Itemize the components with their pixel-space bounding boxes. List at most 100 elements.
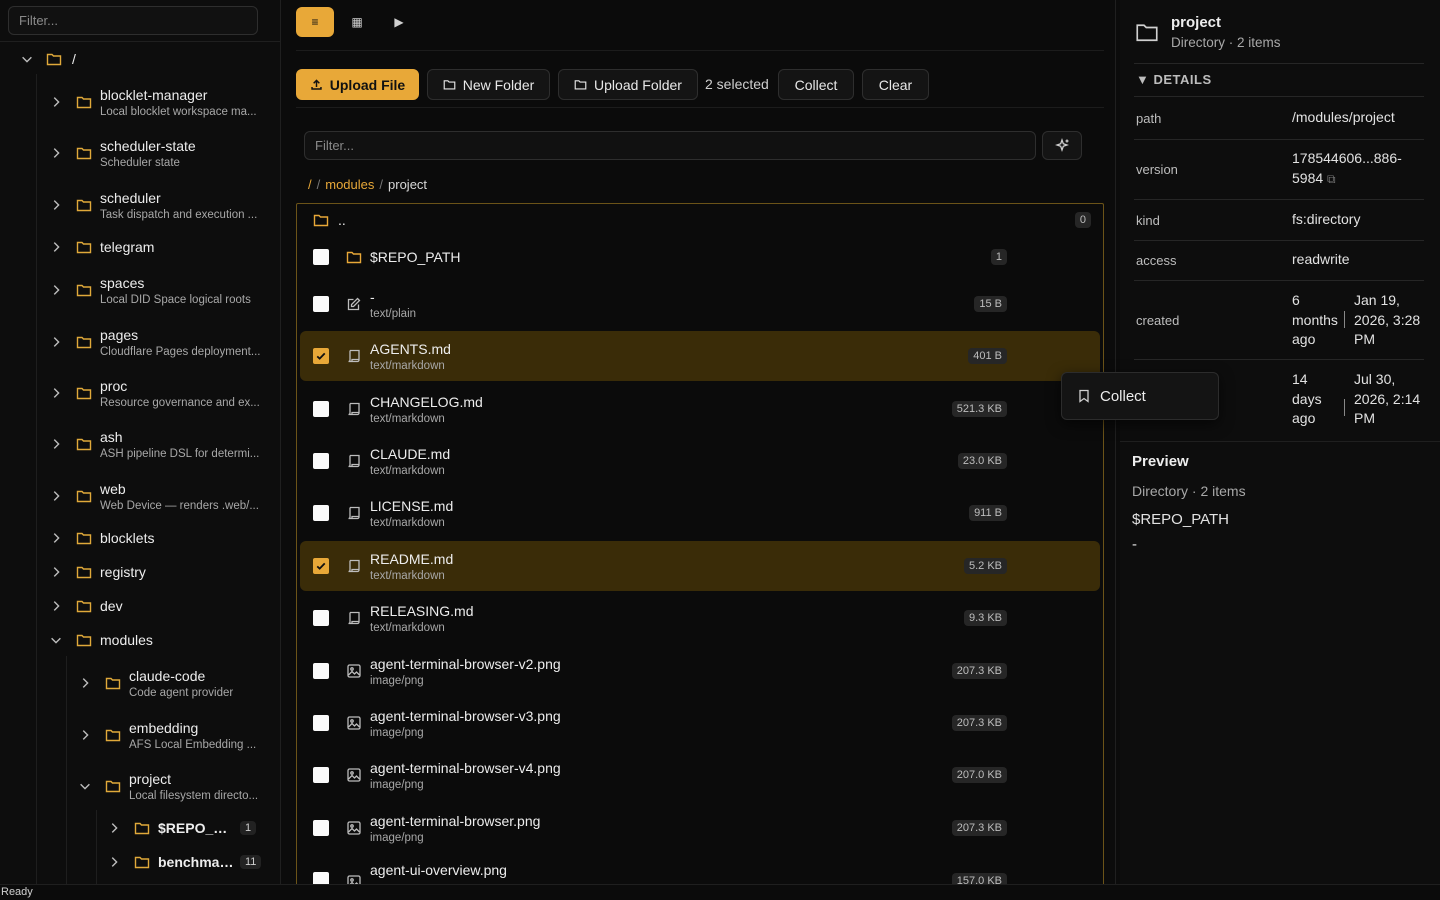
chevron-right-icon[interactable]: [49, 565, 63, 579]
row-checkbox[interactable]: [313, 715, 329, 731]
file-size-badge: 157.0 KB: [951, 873, 1007, 884]
file-row[interactable]: CLAUDE.md text/markdown 23.0 KB: [300, 436, 1100, 486]
chevron-down-icon[interactable]: [78, 779, 92, 793]
file-row[interactable]: agent-ui-overview.png 157.0 KB: [300, 855, 1100, 884]
new-folder-button[interactable]: New Folder: [427, 69, 550, 100]
row-checkbox[interactable]: [313, 872, 329, 884]
sidebar-item-scheduler-state[interactable]: scheduler-state Scheduler state: [0, 133, 280, 173]
row-checkbox[interactable]: [313, 767, 329, 783]
file-row[interactable]: - text/plain 15 B: [300, 279, 1100, 329]
sidebar-item-ash[interactable]: ash ASH pipeline DSL for determi...: [0, 424, 280, 464]
sidebar-item-spaces[interactable]: spaces Local DID Space logical roots: [0, 270, 280, 310]
sidebar-item-pages[interactable]: pages Cloudflare Pages deployment...: [0, 322, 280, 362]
sidebar-item-registry[interactable]: registry: [0, 563, 280, 581]
sidebar-item-scheduler[interactable]: scheduler Task dispatch and execution ...: [0, 185, 280, 225]
file-row[interactable]: agent-terminal-browser-v3.png image/png 2…: [300, 698, 1100, 748]
slideshow-button[interactable]: ▶: [380, 7, 418, 37]
detail-key: version: [1136, 162, 1178, 177]
file-row[interactable]: AGENTS.md text/markdown 401 B: [300, 331, 1100, 381]
sidebar-item-repo-path[interactable]: $REPO_PA... 1: [0, 819, 280, 837]
chevron-right-icon[interactable]: [78, 728, 92, 742]
file-row[interactable]: LICENSE.md text/markdown 911 B: [300, 488, 1100, 538]
row-checkbox[interactable]: [313, 610, 329, 626]
preview-item[interactable]: -: [1132, 536, 1137, 553]
sidebar-item-embedding[interactable]: embedding AFS Local Embedding ...: [0, 715, 280, 755]
bookmark-icon: [1079, 389, 1089, 403]
chevron-right-icon[interactable]: [49, 283, 63, 297]
chevron-right-icon[interactable]: [49, 335, 63, 349]
file-row[interactable]: $REPO_PATH 1: [300, 232, 1100, 282]
clear-button[interactable]: Clear: [862, 69, 929, 100]
breadcrumb-modules[interactable]: modules: [325, 177, 374, 192]
chevron-down-icon[interactable]: [49, 633, 63, 647]
row-checkbox[interactable]: [313, 296, 329, 312]
upload-folder-label: Upload Folder: [594, 76, 682, 93]
sidebar-item-dev[interactable]: dev: [0, 597, 280, 615]
chevron-down-icon[interactable]: [20, 52, 34, 66]
grid-view-button[interactable]: ▦: [338, 7, 376, 37]
file-row[interactable]: agent-terminal-browser-v2.png image/png 2…: [300, 646, 1100, 696]
sidebar-item-label: dev: [100, 598, 123, 614]
file-size-badge: 9.3 KB: [963, 610, 1007, 626]
sidebar-item-proc[interactable]: proc Resource governance and ex...: [0, 373, 280, 413]
chevron-right-icon[interactable]: [107, 855, 121, 869]
folder-icon: [76, 564, 92, 580]
copy-icon[interactable]: ⧉: [1327, 172, 1336, 186]
chevron-right-icon[interactable]: [49, 95, 63, 109]
chevron-right-icon[interactable]: [49, 437, 63, 451]
details-section-toggle[interactable]: ▼ DETAILS: [1136, 72, 1212, 87]
sidebar-item-label: registry: [100, 564, 146, 580]
file-row[interactable]: RELEASING.md text/markdown 9.3 KB: [300, 593, 1100, 643]
chevron-right-icon[interactable]: [107, 821, 121, 835]
chevron-right-icon[interactable]: [78, 676, 92, 690]
chevron-right-icon[interactable]: [49, 198, 63, 212]
ai-search-button[interactable]: [1042, 131, 1082, 160]
row-checkbox[interactable]: [313, 249, 329, 265]
sidebar-item-benchmarks[interactable]: benchmar... 11: [0, 853, 280, 871]
sidebar-item-telegram[interactable]: telegram: [0, 238, 280, 256]
row-checkbox[interactable]: [313, 348, 329, 364]
sidebar-item-claude-code[interactable]: claude-code Code agent provider: [0, 663, 280, 703]
sidebar-item-blocklet-manager[interactable]: blocklet-manager Local blocklet workspace…: [0, 82, 280, 122]
image-icon: [346, 820, 362, 836]
sidebar-item-label: pages: [100, 326, 139, 343]
sidebar-item-web[interactable]: web Web Device — renders .web/...: [0, 476, 280, 516]
chevron-right-icon[interactable]: [49, 146, 63, 160]
file-row[interactable]: agent-terminal-browser.png image/png 207.…: [300, 803, 1100, 853]
file-filter-input[interactable]: [304, 131, 1036, 160]
sidebar-item-blocklets[interactable]: blocklets: [0, 529, 280, 547]
preview-item[interactable]: $REPO_PATH: [1132, 511, 1229, 528]
divider: [296, 107, 1104, 108]
list-view-button[interactable]: ≡: [296, 7, 334, 37]
row-checkbox[interactable]: [313, 663, 329, 679]
sidebar-item-desc: Code agent provider: [129, 686, 234, 699]
row-checkbox[interactable]: [313, 820, 329, 836]
chevron-right-icon[interactable]: [49, 599, 63, 613]
collect-popover[interactable]: Collect: [1061, 372, 1219, 420]
collect-button[interactable]: Collect: [778, 69, 854, 100]
row-checkbox[interactable]: [313, 401, 329, 417]
sidebar-filter-input[interactable]: [8, 6, 258, 35]
status-bar: Ready: [0, 884, 1440, 900]
detail-value-absolute: Jul 30, 2026, 2:14 PM: [1354, 371, 1421, 426]
edit-icon: [346, 296, 362, 312]
file-mime: text/markdown: [370, 516, 445, 529]
upload-folder-button[interactable]: Upload Folder: [558, 69, 698, 100]
breadcrumb-root[interactable]: /: [308, 177, 312, 192]
row-checkbox[interactable]: [313, 558, 329, 574]
chevron-right-icon[interactable]: [49, 386, 63, 400]
chevron-right-icon[interactable]: [49, 531, 63, 545]
chevron-right-icon[interactable]: [49, 240, 63, 254]
row-checkbox[interactable]: [313, 505, 329, 521]
tree-root[interactable]: /: [0, 50, 280, 68]
file-row[interactable]: agent-terminal-browser-v4.png image/png 2…: [300, 750, 1100, 800]
file-row[interactable]: CHANGELOG.md text/markdown 521.3 KB: [300, 384, 1100, 434]
row-checkbox[interactable]: [313, 453, 329, 469]
file-row[interactable]: README.md text/markdown 5.2 KB: [300, 541, 1100, 591]
sidebar-item-modules[interactable]: modules: [0, 631, 280, 649]
sidebar-item-project[interactable]: project Local filesystem directo...: [0, 766, 280, 806]
chevron-right-icon[interactable]: [49, 489, 63, 503]
file-size-badge: 207.3 KB: [951, 715, 1007, 731]
upload-file-button[interactable]: Upload File: [296, 69, 419, 100]
file-mime: image/png: [370, 778, 424, 791]
